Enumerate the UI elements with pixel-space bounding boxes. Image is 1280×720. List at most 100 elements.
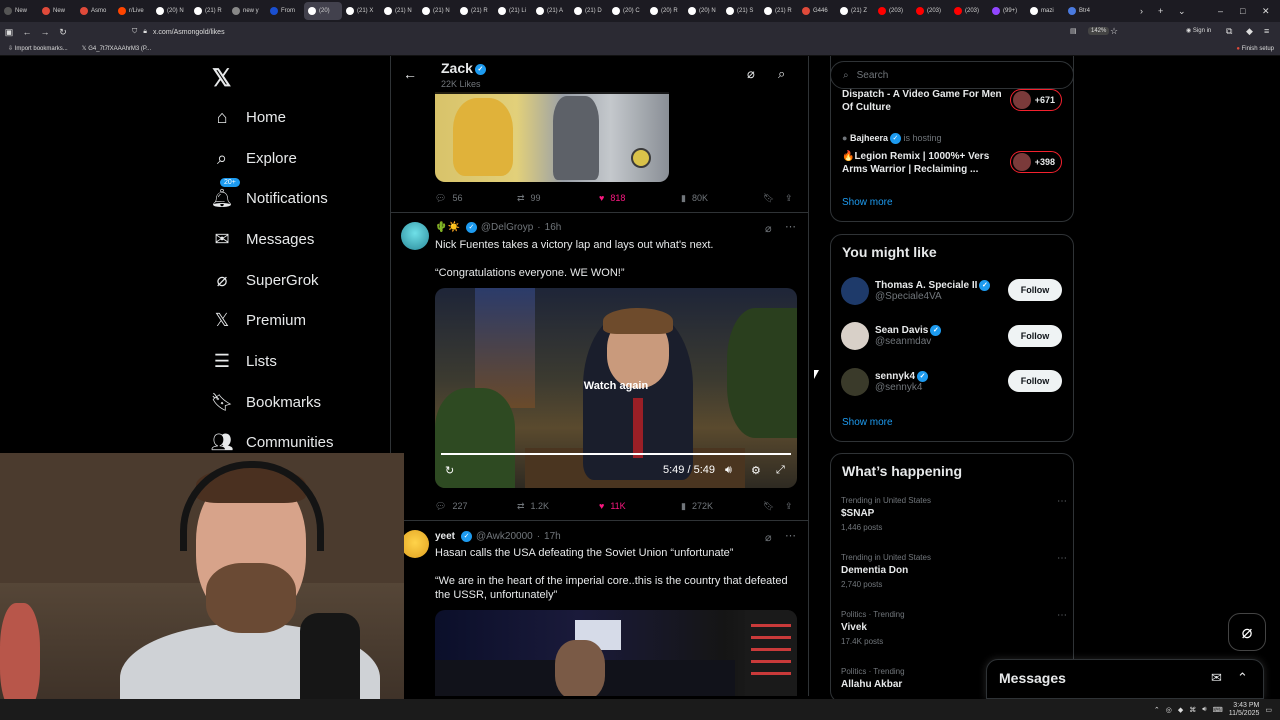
- views-button[interactable]: ▮ 80K: [681, 193, 763, 204]
- show-more-link[interactable]: Show more: [842, 417, 893, 428]
- trend-item[interactable]: Trending in United States $SNAP 1,446 post…: [841, 496, 1067, 532]
- reader-icon[interactable]: ▤: [1070, 27, 1077, 35]
- replay-icon[interactable]: ↻: [445, 464, 454, 477]
- browser-tab[interactable]: (203): [950, 2, 988, 20]
- back-arrow-icon[interactable]: ←: [403, 66, 417, 82]
- nav-home[interactable]: ⌂ Home: [212, 104, 286, 130]
- browser-tab-active[interactable]: (20): [304, 2, 342, 20]
- browser-tab[interactable]: (21) N: [380, 2, 418, 20]
- sidebar-toggle-icon[interactable]: ▣: [0, 27, 18, 38]
- x-logo-icon[interactable]: 𝕏: [212, 64, 231, 93]
- timestamp[interactable]: 17h: [544, 531, 561, 542]
- space-host[interactable]: ● Bajheera ✓ is hosting: [842, 132, 1002, 145]
- browser-tab[interactable]: (203): [912, 2, 950, 20]
- follow-button[interactable]: Follow: [1008, 279, 1062, 301]
- nav-lists[interactable]: ☰ Lists: [212, 348, 277, 374]
- grok-icon[interactable]: ⌀: [765, 531, 772, 544]
- tray-chevron-icon[interactable]: ⌃: [1154, 706, 1160, 714]
- bookmark-item[interactable]: 𝕏 G4_7t7fXAAAhrM3 (P...: [82, 45, 151, 52]
- nav-notifications[interactable]: 🔔︎ 20+ Notifications: [211, 178, 328, 211]
- browser-tab[interactable]: From: [266, 2, 304, 20]
- extension-icon[interactable]: ◆: [1246, 26, 1253, 37]
- more-icon[interactable]: ⋯: [1057, 610, 1067, 621]
- space-title[interactable]: 🔥Legion Remix | 1000%+ Vers Arms Warrior…: [842, 150, 1002, 176]
- tray-app-icon[interactable]: ◆: [1178, 706, 1183, 714]
- zoom-level[interactable]: 142%: [1088, 27, 1110, 35]
- video-progress-bar[interactable]: [441, 453, 791, 455]
- tab-list-icon[interactable]: ⌄: [1178, 0, 1186, 22]
- avatar[interactable]: [841, 277, 869, 305]
- bookmark-button[interactable]: 🔖︎: [763, 193, 785, 204]
- like-button[interactable]: ♥ 818: [599, 193, 681, 203]
- views-button[interactable]: ▮ 272K: [681, 501, 763, 512]
- extensions-icon[interactable]: ⧉: [1226, 26, 1232, 37]
- follow-suggestion[interactable]: Sean Davis ✓ @seanmdav: [841, 322, 942, 350]
- tweet-image[interactable]: [435, 92, 669, 182]
- volume-icon[interactable]: 🔊︎: [1202, 706, 1206, 714]
- browser-tab[interactable]: (21) A: [532, 2, 570, 20]
- browser-tab[interactable]: (21) R: [190, 2, 228, 20]
- browser-tab[interactable]: (203): [874, 2, 912, 20]
- trend-item[interactable]: Trending in United States Dementia Don 2,7…: [841, 553, 1067, 589]
- browser-tab[interactable]: mazi: [1026, 2, 1064, 20]
- address-bar[interactable]: ⛉ 🔒︎ x.com/Asmongold/likes: [132, 24, 1132, 40]
- browser-tab[interactable]: New: [38, 2, 76, 20]
- network-icon[interactable]: ⌘: [1189, 706, 1196, 714]
- volume-icon[interactable]: 🔊︎: [725, 464, 732, 477]
- browser-tab[interactable]: (20) N: [152, 2, 190, 20]
- watch-again-button[interactable]: Watch again: [435, 380, 797, 392]
- browser-tab[interactable]: (21) N: [418, 2, 456, 20]
- bookmark-button[interactable]: 🔖︎: [763, 501, 785, 512]
- nav-premium[interactable]: 𝕏 Premium: [212, 307, 306, 333]
- nav-communities[interactable]: 👥︎ Communities: [211, 429, 334, 455]
- clock[interactable]: 3:43 PM 11/5/2025: [1229, 702, 1260, 718]
- menu-icon[interactable]: ≡: [1264, 26, 1269, 36]
- browser-tab[interactable]: (21) R: [760, 2, 798, 20]
- more-icon[interactable]: ⋯: [1057, 553, 1067, 564]
- like-button[interactable]: ♥ 11K: [599, 501, 681, 511]
- bookmark-item[interactable]: ⇩ Import bookmarks...: [8, 45, 68, 52]
- expand-icon[interactable]: ⌃: [1237, 670, 1248, 686]
- avatar[interactable]: [401, 530, 429, 558]
- browser-tab[interactable]: (21) R: [456, 2, 494, 20]
- new-message-icon[interactable]: ✉: [1211, 670, 1222, 686]
- settings-icon[interactable]: ⚙: [751, 464, 761, 477]
- close-window-icon[interactable]: ✕: [1262, 0, 1270, 22]
- browser-tab[interactable]: new y: [228, 2, 266, 20]
- browser-tab[interactable]: (20) R: [646, 2, 684, 20]
- notification-center-icon[interactable]: ▭: [1265, 706, 1272, 714]
- follow-suggestion[interactable]: Thomas A. Speciale II ✓ @Speciale4VA: [841, 277, 991, 305]
- more-icon[interactable]: ⋯: [785, 220, 796, 233]
- fullscreen-icon[interactable]: ⤢: [776, 464, 785, 477]
- follow-button[interactable]: Follow: [1008, 370, 1062, 392]
- trend-item[interactable]: Politics · Trending Vivek 17.4K posts ⋯: [841, 610, 1067, 646]
- messages-drawer[interactable]: Messages ✉ ⌃: [986, 659, 1264, 699]
- maximize-icon[interactable]: □: [1240, 0, 1245, 22]
- browser-tab[interactable]: r/Live: [114, 2, 152, 20]
- grok-icon[interactable]: ⌀: [765, 222, 772, 235]
- follow-button[interactable]: Follow: [1008, 325, 1062, 347]
- browser-tab[interactable]: (21) Li: [494, 2, 532, 20]
- browser-tab[interactable]: (21) X: [342, 2, 380, 20]
- forward-icon[interactable]: →: [36, 27, 54, 37]
- follow-suggestion[interactable]: sennyk4 ✓ @sennyk4: [841, 368, 929, 396]
- browser-tab[interactable]: (99+): [988, 2, 1026, 20]
- browser-tab[interactable]: (21) Z: [836, 2, 874, 20]
- show-more-link[interactable]: Show more: [842, 197, 893, 208]
- more-icon[interactable]: ⋯: [1057, 496, 1067, 507]
- video-player[interactable]: Watch again ↻ 5:49 / 5:49 🔊︎ ⚙ ⤢: [435, 288, 797, 488]
- tweet-video-thumbnail[interactable]: [435, 610, 797, 696]
- avatar[interactable]: [841, 368, 869, 396]
- more-icon[interactable]: ⋯: [785, 529, 796, 542]
- browser-tab[interactable]: (20) N: [684, 2, 722, 20]
- avatar[interactable]: [401, 222, 429, 250]
- bookmark-star-icon[interactable]: ☆: [1110, 26, 1118, 37]
- tab-scroll-right-icon[interactable]: ›: [1140, 0, 1143, 22]
- browser-tab[interactable]: (20) C: [608, 2, 646, 20]
- grok-icon[interactable]: ⌀: [747, 66, 755, 82]
- browser-tab[interactable]: (21) S: [722, 2, 760, 20]
- sign-in-button[interactable]: ◉ Sign in: [1186, 27, 1211, 34]
- finish-setup-button[interactable]: ● Finish setup: [1236, 46, 1274, 52]
- timestamp[interactable]: 16h: [545, 222, 562, 233]
- space-listener-count[interactable]: +398: [1010, 151, 1062, 173]
